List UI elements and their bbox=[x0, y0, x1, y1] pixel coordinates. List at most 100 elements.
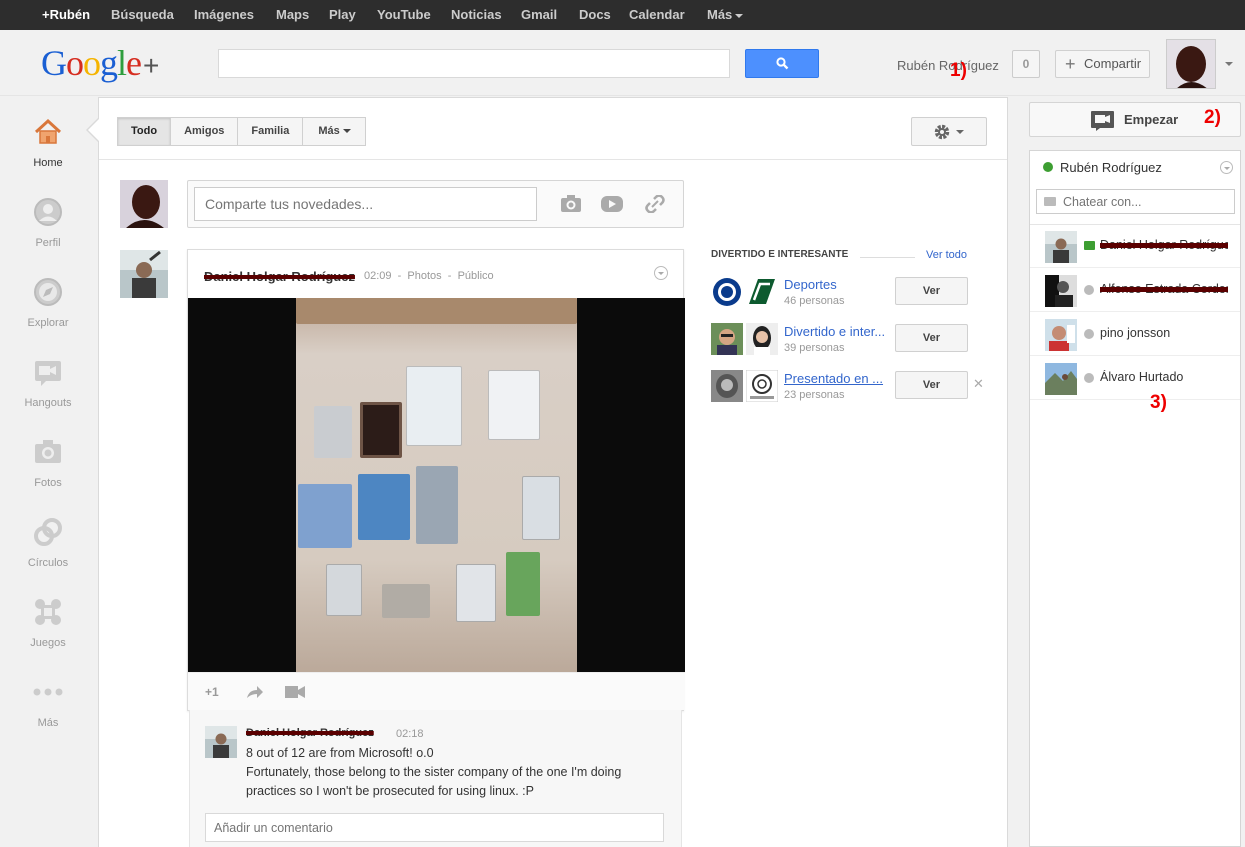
tab-family[interactable]: Familia bbox=[237, 117, 304, 146]
online-status-icon[interactable] bbox=[1043, 162, 1053, 172]
contact-avatar-image bbox=[1045, 275, 1077, 307]
chevron-down-icon[interactable] bbox=[1225, 62, 1233, 66]
topbar-item-play[interactable]: Play bbox=[329, 0, 356, 30]
view-suggestion-button[interactable]: Ver bbox=[895, 371, 968, 399]
chat-user-name[interactable]: Rubén Rodríguez bbox=[1060, 160, 1162, 175]
comment-text: 8 out of 12 are from Microsoft! o.0 Fort… bbox=[246, 744, 666, 801]
photo-plaque bbox=[326, 564, 362, 616]
post-time[interactable]: 02:09 bbox=[364, 270, 392, 282]
post-actions-bar: +1 bbox=[188, 672, 685, 710]
person-photo-image bbox=[711, 370, 743, 402]
search-button[interactable] bbox=[745, 49, 819, 78]
my-avatar-thumbnail[interactable] bbox=[120, 180, 168, 228]
topbar-item-more[interactable]: Más bbox=[707, 0, 744, 30]
chat-options-chevron-icon[interactable] bbox=[1220, 161, 1233, 174]
topbar-more-label: Más bbox=[707, 7, 733, 22]
share-arrow-icon[interactable] bbox=[246, 685, 264, 699]
photo-plaque bbox=[456, 564, 496, 622]
share-status-input[interactable] bbox=[194, 187, 537, 221]
photo-plaque bbox=[522, 476, 560, 540]
comment-line-1: 8 out of 12 are from Microsoft! o.0 bbox=[246, 746, 434, 760]
avatar[interactable] bbox=[1166, 39, 1216, 89]
tab-more[interactable]: Más bbox=[302, 117, 366, 146]
photo-shelf bbox=[296, 298, 577, 324]
hangout-video-icon bbox=[1091, 111, 1114, 131]
comment-author-avatar[interactable] bbox=[205, 726, 237, 758]
topbar-item-docs[interactable]: Docs bbox=[579, 0, 611, 30]
sidebar-item-games[interactable]: Juegos bbox=[0, 597, 98, 657]
suggestion-thumbnail[interactable] bbox=[746, 370, 778, 402]
sidebar-item-circles[interactable]: Círculos bbox=[0, 517, 98, 577]
chat-contact[interactable]: Daniel Holgar Rodríguez bbox=[1030, 225, 1240, 268]
suggestion-thumbnail[interactable] bbox=[746, 276, 778, 308]
comment-author-name[interactable]: Daniel Holgar Rodríguez bbox=[246, 727, 374, 739]
topbar-item-maps[interactable]: Maps bbox=[276, 0, 309, 30]
suggestions-title: DIVERTIDO E INTERESANTE bbox=[711, 249, 849, 260]
sidebar-item-explore[interactable]: Explorar bbox=[0, 277, 98, 337]
sidebar-item-photos[interactable]: Fotos bbox=[0, 437, 98, 497]
link-icon[interactable] bbox=[644, 195, 666, 213]
topbar-item-calendar[interactable]: Calendar bbox=[629, 0, 685, 30]
view-suggestion-button[interactable]: Ver bbox=[895, 324, 968, 352]
photo-plaque bbox=[360, 402, 402, 458]
google-plus-logo[interactable]: Google+ bbox=[41, 42, 159, 84]
sidebar-item-more[interactable]: Más bbox=[0, 677, 98, 737]
suggestion-thumbnail[interactable] bbox=[711, 323, 743, 355]
post-author-name[interactable]: Daniel Holgar Rodríguez bbox=[204, 269, 355, 284]
see-all-link[interactable]: Ver todo bbox=[926, 249, 967, 261]
chat-panel: Rubén Rodríguez Daniel Holgar Rodríguez … bbox=[1029, 150, 1241, 847]
tab-friends[interactable]: Amigos bbox=[170, 117, 239, 146]
photo-plaque bbox=[406, 366, 462, 446]
post-author-avatar[interactable] bbox=[120, 250, 168, 298]
header-user-name[interactable]: Rubén Rodríguez bbox=[897, 58, 999, 73]
topbar-item-images[interactable]: Imágenes bbox=[194, 0, 254, 30]
chat-contact[interactable]: pino jonsson bbox=[1030, 313, 1240, 356]
chat-contact[interactable]: Alfonso Estrada Cordero bbox=[1030, 269, 1240, 312]
offline-status-icon bbox=[1084, 285, 1094, 295]
suggestion-thumbnail[interactable] bbox=[746, 323, 778, 355]
post-options-chevron-icon[interactable] bbox=[654, 266, 668, 280]
annotation-1: 1) bbox=[950, 60, 967, 81]
camera-icon[interactable] bbox=[560, 195, 582, 213]
close-icon[interactable]: ✕ bbox=[973, 376, 984, 392]
chevron-down-icon bbox=[735, 13, 744, 18]
suggestion-thumbnail[interactable] bbox=[711, 276, 743, 308]
sidebar-item-home[interactable]: Home bbox=[0, 117, 98, 177]
add-comment-input[interactable] bbox=[205, 813, 664, 842]
chat-contact[interactable]: Álvaro Hurtado bbox=[1030, 357, 1240, 400]
photo-wall-of-plaques bbox=[296, 298, 577, 672]
comment-time: 02:18 bbox=[396, 728, 424, 740]
share-button[interactable]: + Compartir bbox=[1055, 50, 1150, 78]
topbar-item-news[interactable]: Noticias bbox=[451, 0, 502, 30]
annotation-2: 2) bbox=[1204, 107, 1221, 128]
suggestion-item: Presentado en ... 23 personas Ver ✕ bbox=[711, 370, 984, 404]
topbar-item-youtube[interactable]: YouTube bbox=[377, 0, 431, 30]
notification-count-button[interactable]: 0 bbox=[1012, 50, 1040, 78]
plus-one-button[interactable]: +1 bbox=[205, 685, 219, 699]
post-author-avatar-image bbox=[120, 250, 168, 298]
topbar-item-search[interactable]: Búsqueda bbox=[111, 0, 174, 30]
view-suggestion-button[interactable]: Ver bbox=[895, 277, 968, 305]
tab-all[interactable]: Todo bbox=[117, 117, 172, 146]
video-icon[interactable] bbox=[601, 195, 623, 213]
chelsea-badge-image bbox=[711, 276, 743, 308]
share-button-label: Compartir bbox=[1084, 56, 1142, 71]
suggestion-name[interactable]: Divertido e inter... bbox=[784, 324, 889, 339]
chat-search-input[interactable] bbox=[1036, 189, 1235, 214]
post-visibility[interactable]: Público bbox=[458, 270, 494, 282]
photo-plaque bbox=[298, 484, 352, 548]
topbar-item-profile[interactable]: +Rubén bbox=[42, 0, 90, 30]
post-type[interactable]: Photos bbox=[407, 270, 441, 282]
suggestion-name[interactable]: Deportes bbox=[784, 277, 889, 292]
sidebar-item-hangouts[interactable]: Hangouts bbox=[0, 357, 98, 417]
post-photo[interactable] bbox=[188, 298, 685, 672]
hangout-video-icon[interactable] bbox=[285, 686, 305, 698]
search-input[interactable] bbox=[218, 49, 730, 78]
suggestion-name[interactable]: Presentado en ... bbox=[784, 371, 889, 386]
topbar-item-gmail[interactable]: Gmail bbox=[521, 0, 557, 30]
sidebar-item-profile[interactable]: Perfil bbox=[0, 197, 98, 257]
photo-plaque bbox=[358, 474, 410, 540]
suggestion-thumbnail[interactable] bbox=[711, 370, 743, 402]
stream-settings-button[interactable] bbox=[911, 117, 987, 146]
sidebar-item-label: Fotos bbox=[34, 477, 62, 489]
